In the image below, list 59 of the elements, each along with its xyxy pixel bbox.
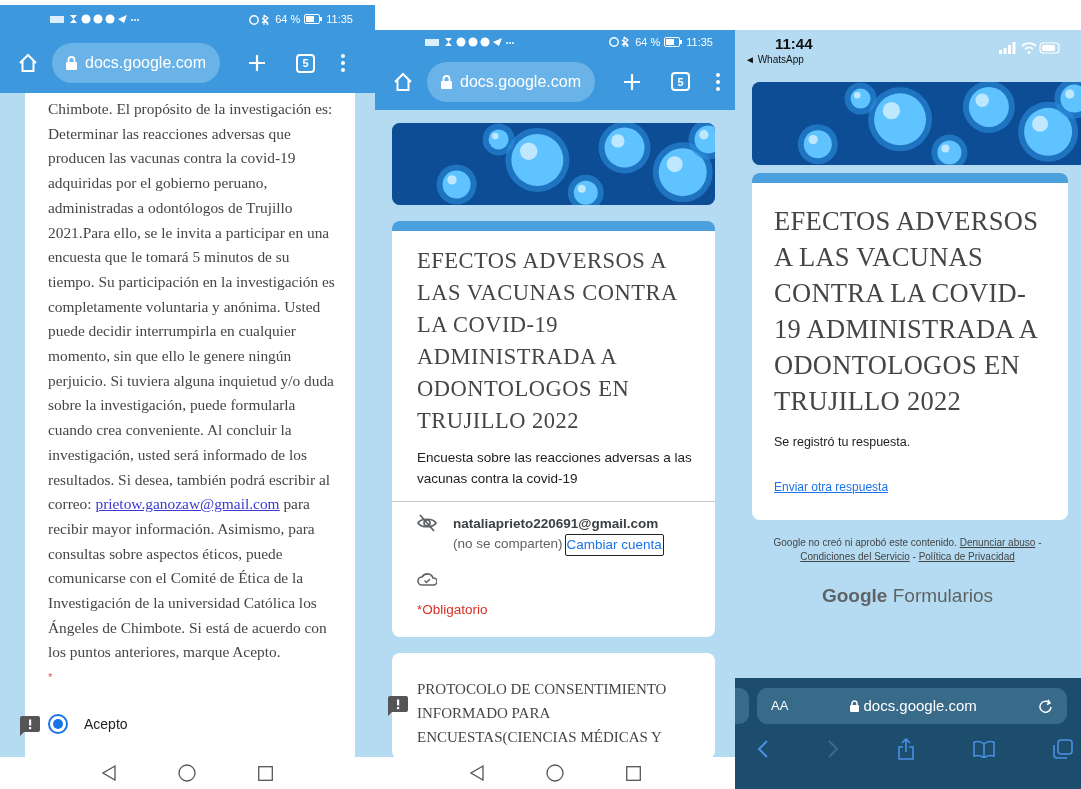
forward-icon [827,739,839,759]
recents-icon[interactable] [625,765,641,781]
recents-icon[interactable] [258,765,273,781]
home-icon[interactable] [178,764,196,782]
new-tab-icon[interactable] [247,54,266,72]
section-title: PROTOCOLO DE CONSENTIMIENTO INFORMADO PARA ENCUESTAS(CIENCIAS MÉDICAS Y [417,679,668,747]
feedback-icon[interactable] [20,716,40,736]
footer-link[interactable]: Condiciones del Servicio [800,550,910,562]
account-email: nataliaprieto220691@gmail.com [453,514,660,533]
tab-count-button[interactable]: 5 [295,53,315,73]
email-link[interactable]: prietow.ganozaw@gmail.com [95,495,280,513]
status-time: 11:35 [326,11,353,27]
menu-icon[interactable] [715,72,720,91]
cloud-check-icon [417,572,437,587]
battery-percentage: 64 % [635,34,661,50]
brand-logo: Google Formularios [822,583,993,608]
back-icon[interactable] [469,765,484,781]
address-bar[interactable]: AA docs.google.com [757,688,1067,724]
url-text: docs.google.com [863,695,977,716]
battery-percentage: 64 % [275,11,301,27]
back-icon[interactable] [102,765,116,781]
another-response-link[interactable]: Enviar otra respuesta [774,477,889,496]
lock-icon [441,74,452,89]
footer-text: - [912,550,916,562]
previous-tab-bar[interactable] [735,688,749,724]
footer-link[interactable]: Denunciar abuso [959,536,1036,548]
radio-button[interactable] [48,714,68,735]
footer-text: - [1038,536,1042,548]
bookmarks-icon[interactable] [973,740,995,758]
hidden-eye-icon [417,513,437,532]
footer-text: Google no creó ni aprobó este contenido. [773,536,957,548]
form-title: EFECTOS ADVERSOS A LAS VACUNAS CONTRA LA COVID-19 ADMINISTRADA A ODONTOLOGOS EN TRUJILLO 2022 [773,205,1040,418]
home-icon[interactable] [545,764,564,782]
signal-wifi-battery-icons-drawing [999,42,1061,54]
lock-icon [66,56,77,70]
required-note: *Obligatorio [416,601,489,620]
form-description: Encuesta sobre las reacciones adversas a las vacunas contra la covid-19 [416,448,693,488]
battery-icon [664,36,683,47]
lock-icon [850,700,860,712]
back-to-app-link[interactable]: ◄ WhatsApp [745,52,813,67]
consent-paragraph: Chimbote. El propósito de la investigación es: Determinar las reacciones adversas que producen las vacunas contra la covid-19 adquiridas por el gobierno peruano, administradas a odontólogos de Trujillo 2021.Para ello, se le invita a participar en una encuesta que le tomará 5 minutos de su tiempo. Su participación en la investigación es completamente voluntaria y anónima. Usted puede decidir interrumpirla en cualquier momento, sin que ello le genere ningún perjuicio. Si tuviera alguna inquietud y/o duda sobre la investigación, puede formularla cuando crea conveniente. Al concluir la investigación, usted será informado de los resultados. Si desea, también podrá escribir al correo: prietow.ganozaw@gmail.com para recibir mayor información. Asimismo, para consultas sobre aspectos éticos, puede comunicarse con el Comité de Ética de la Investigación de la universidad Católica los Ángeles de Chimbote. Si está de acuerdo con los puntos anteriores, marque Acepto. [48,99,336,663]
switch-account-link[interactable]: Cambiar cuenta [564,534,664,557]
required-mark: * [48,670,54,686]
form-title: EFECTOS ADVERSOS A LAS VACUNAS CONTRA LA COVID-19 ADMINISTRADA A ODONTOLOGOS EN TRUJILLO 2022 [416,246,678,435]
reload-icon[interactable] [1039,698,1053,714]
share-icon[interactable] [897,738,915,760]
battery-icon [304,14,323,24]
footer-link[interactable]: Política de Privacidad [918,550,1015,562]
tabs-icon[interactable] [1053,739,1073,759]
text-size-button[interactable]: AA [771,696,789,716]
privacy-note: (no se comparten) [453,535,563,554]
confirmation-message: Se registró tu respuesta. [773,434,912,451]
menu-icon[interactable] [340,54,345,72]
new-tab-icon[interactable] [622,72,641,91]
status-time: 11:44 [775,36,813,52]
tab-count-button[interactable]: 5 [670,72,690,92]
status-time: 11:35 [686,34,713,50]
feedback-icon[interactable] [388,695,408,716]
option-label[interactable]: Acepto [84,713,128,735]
